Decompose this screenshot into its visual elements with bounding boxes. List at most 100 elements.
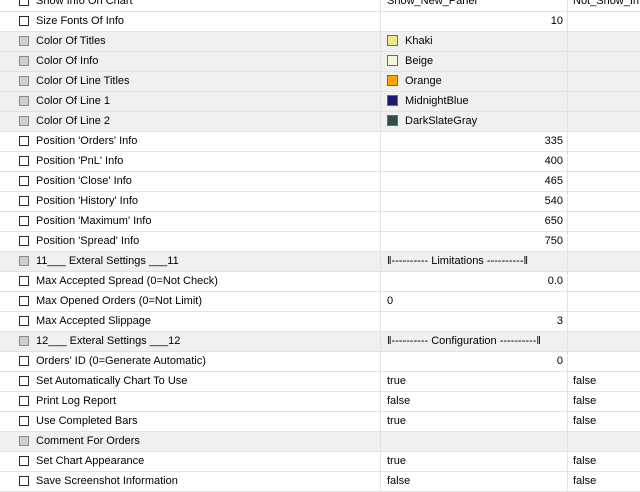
param-value-cell[interactable]: 0.0 bbox=[382, 272, 568, 291]
param-checkbox[interactable] bbox=[19, 216, 29, 226]
param-alt-cell[interactable] bbox=[569, 72, 640, 91]
param-checkbox[interactable] bbox=[19, 96, 29, 106]
param-row-12-exteral-settings-12[interactable]: 12___ Exteral Settings ___12 ‖---------- … bbox=[0, 332, 640, 352]
param-alt-cell[interactable] bbox=[569, 152, 640, 171]
param-row-max-opened-orders-0-not-limit[interactable]: Max Opened Orders (0=Not Limit) 0 bbox=[0, 292, 640, 312]
param-row-position-maximum-info[interactable]: Position 'Maximum' Info 650 bbox=[0, 212, 640, 232]
param-alt-cell[interactable] bbox=[569, 92, 640, 111]
param-alt-cell[interactable] bbox=[569, 292, 640, 311]
param-value-cell[interactable]: 400 bbox=[382, 152, 568, 171]
param-row-color-of-line-1[interactable]: Color Of Line 1 MidnightBlue bbox=[0, 92, 640, 112]
param-row-position-pnl-info[interactable]: Position 'PnL' Info 400 bbox=[0, 152, 640, 172]
param-alt-cell[interactable] bbox=[569, 132, 640, 151]
param-value-cell[interactable]: ‖---------- Configuration ----------‖ bbox=[382, 332, 568, 351]
param-value-cell[interactable]: 750 bbox=[382, 232, 568, 251]
param-row-color-of-info[interactable]: Color Of Info Beige bbox=[0, 52, 640, 72]
param-row-max-accepted-slippage[interactable]: Max Accepted Slippage 3 bbox=[0, 312, 640, 332]
param-value-cell[interactable]: Beige bbox=[382, 52, 568, 71]
param-value-cell[interactable] bbox=[382, 432, 568, 451]
param-alt-cell[interactable] bbox=[569, 232, 640, 251]
param-alt-cell[interactable] bbox=[569, 212, 640, 231]
param-value-cell[interactable]: true bbox=[382, 372, 568, 391]
param-value-cell[interactable]: 0 bbox=[382, 292, 568, 311]
param-checkbox[interactable] bbox=[19, 236, 29, 246]
param-row-comment-for-orders[interactable]: Comment For Orders bbox=[0, 432, 640, 452]
param-checkbox[interactable] bbox=[19, 436, 29, 446]
param-checkbox[interactable] bbox=[19, 0, 29, 6]
param-checkbox[interactable] bbox=[19, 296, 29, 306]
param-alt-cell[interactable] bbox=[569, 172, 640, 191]
param-value-cell[interactable]: true bbox=[382, 452, 568, 471]
param-checkbox[interactable] bbox=[19, 36, 29, 46]
param-row-max-accepted-spread-0-not-check[interactable]: Max Accepted Spread (0=Not Check) 0.0 bbox=[0, 272, 640, 292]
param-checkbox[interactable] bbox=[19, 16, 29, 26]
param-checkbox[interactable] bbox=[19, 176, 29, 186]
param-alt-cell[interactable]: false bbox=[569, 452, 640, 471]
param-value-cell[interactable]: true bbox=[382, 412, 568, 431]
param-value-cell[interactable]: 540 bbox=[382, 192, 568, 211]
param-alt-cell[interactable]: false bbox=[569, 372, 640, 391]
param-alt-cell[interactable] bbox=[569, 252, 640, 271]
param-row-color-of-titles[interactable]: Color Of Titles Khaki bbox=[0, 32, 640, 52]
param-alt-cell[interactable] bbox=[569, 312, 640, 331]
param-checkbox[interactable] bbox=[19, 196, 29, 206]
param-checkbox[interactable] bbox=[19, 136, 29, 146]
param-alt-cell[interactable] bbox=[569, 332, 640, 351]
param-row-size-fonts-of-info[interactable]: Size Fonts Of Info 10 bbox=[0, 12, 640, 32]
param-checkbox[interactable] bbox=[19, 336, 29, 346]
param-row-11-exteral-settings-11[interactable]: 11___ Exteral Settings ___11 ‖---------- … bbox=[0, 252, 640, 272]
param-row-position-orders-info[interactable]: Position 'Orders' Info 335 bbox=[0, 132, 640, 152]
param-value-cell[interactable]: false bbox=[382, 472, 568, 491]
param-alt-cell[interactable] bbox=[569, 12, 640, 31]
param-row-show-info-on-chart[interactable]: Show Info On Chart Show_New_Panel Not_Show… bbox=[0, 0, 640, 12]
param-checkbox[interactable] bbox=[19, 396, 29, 406]
param-value-cell[interactable]: 650 bbox=[382, 212, 568, 231]
param-row-position-spread-info[interactable]: Position 'Spread' Info 750 bbox=[0, 232, 640, 252]
param-alt-cell[interactable] bbox=[569, 432, 640, 451]
param-row-save-screenshot-information[interactable]: Save Screenshot Information false false bbox=[0, 472, 640, 492]
param-row-color-of-line-titles[interactable]: Color Of Line Titles Orange bbox=[0, 72, 640, 92]
param-alt-cell[interactable] bbox=[569, 352, 640, 371]
param-value-cell[interactable]: 0 bbox=[382, 352, 568, 371]
param-checkbox[interactable] bbox=[19, 376, 29, 386]
param-alt-cell[interactable] bbox=[569, 112, 640, 131]
param-checkbox[interactable] bbox=[19, 56, 29, 66]
param-row-print-log-report[interactable]: Print Log Report false false bbox=[0, 392, 640, 412]
param-checkbox[interactable] bbox=[19, 116, 29, 126]
param-row-orders-id-0-generate-automatic[interactable]: Orders' ID (0=Generate Automatic) 0 bbox=[0, 352, 640, 372]
param-checkbox[interactable] bbox=[19, 76, 29, 86]
param-alt-cell[interactable]: false bbox=[569, 412, 640, 431]
param-checkbox[interactable] bbox=[19, 476, 29, 486]
param-alt-cell[interactable] bbox=[569, 272, 640, 291]
param-checkbox[interactable] bbox=[19, 356, 29, 366]
param-row-position-history-info[interactable]: Position 'History' Info 540 bbox=[0, 192, 640, 212]
param-alt-cell[interactable]: false bbox=[569, 472, 640, 491]
param-alt-cell[interactable] bbox=[569, 32, 640, 51]
param-row-set-chart-appearance[interactable]: Set Chart Appearance true false bbox=[0, 452, 640, 472]
param-value-cell[interactable]: 3 bbox=[382, 312, 568, 331]
param-value-cell[interactable]: Khaki bbox=[382, 32, 568, 51]
param-checkbox[interactable] bbox=[19, 256, 29, 266]
param-checkbox[interactable] bbox=[19, 416, 29, 426]
param-checkbox[interactable] bbox=[19, 456, 29, 466]
param-value-cell[interactable]: false bbox=[382, 392, 568, 411]
param-value-cell[interactable]: 465 bbox=[382, 172, 568, 191]
param-value-cell[interactable]: ‖---------- Limitations ----------‖ bbox=[382, 252, 568, 271]
param-value-cell[interactable]: DarkSlateGray bbox=[382, 112, 568, 131]
param-checkbox[interactable] bbox=[19, 276, 29, 286]
param-value-cell[interactable]: 335 bbox=[382, 132, 568, 151]
param-alt-cell[interactable] bbox=[569, 52, 640, 71]
param-alt-cell[interactable]: Not_Show_Inf bbox=[569, 0, 640, 11]
param-value-cell[interactable]: MidnightBlue bbox=[382, 92, 568, 111]
param-value-cell[interactable]: 10 bbox=[382, 12, 568, 31]
param-alt-cell[interactable] bbox=[569, 192, 640, 211]
param-checkbox[interactable] bbox=[19, 156, 29, 166]
param-value-cell[interactable]: Orange bbox=[382, 72, 568, 91]
param-row-set-automatically-chart-to-use[interactable]: Set Automatically Chart To Use true false bbox=[0, 372, 640, 392]
param-row-position-close-info[interactable]: Position 'Close' Info 465 bbox=[0, 172, 640, 192]
param-row-color-of-line-2[interactable]: Color Of Line 2 DarkSlateGray bbox=[0, 112, 640, 132]
param-alt-cell[interactable]: false bbox=[569, 392, 640, 411]
param-checkbox[interactable] bbox=[19, 316, 29, 326]
param-row-use-completed-bars[interactable]: Use Completed Bars true false bbox=[0, 412, 640, 432]
param-value-cell[interactable]: Show_New_Panel bbox=[382, 0, 568, 11]
